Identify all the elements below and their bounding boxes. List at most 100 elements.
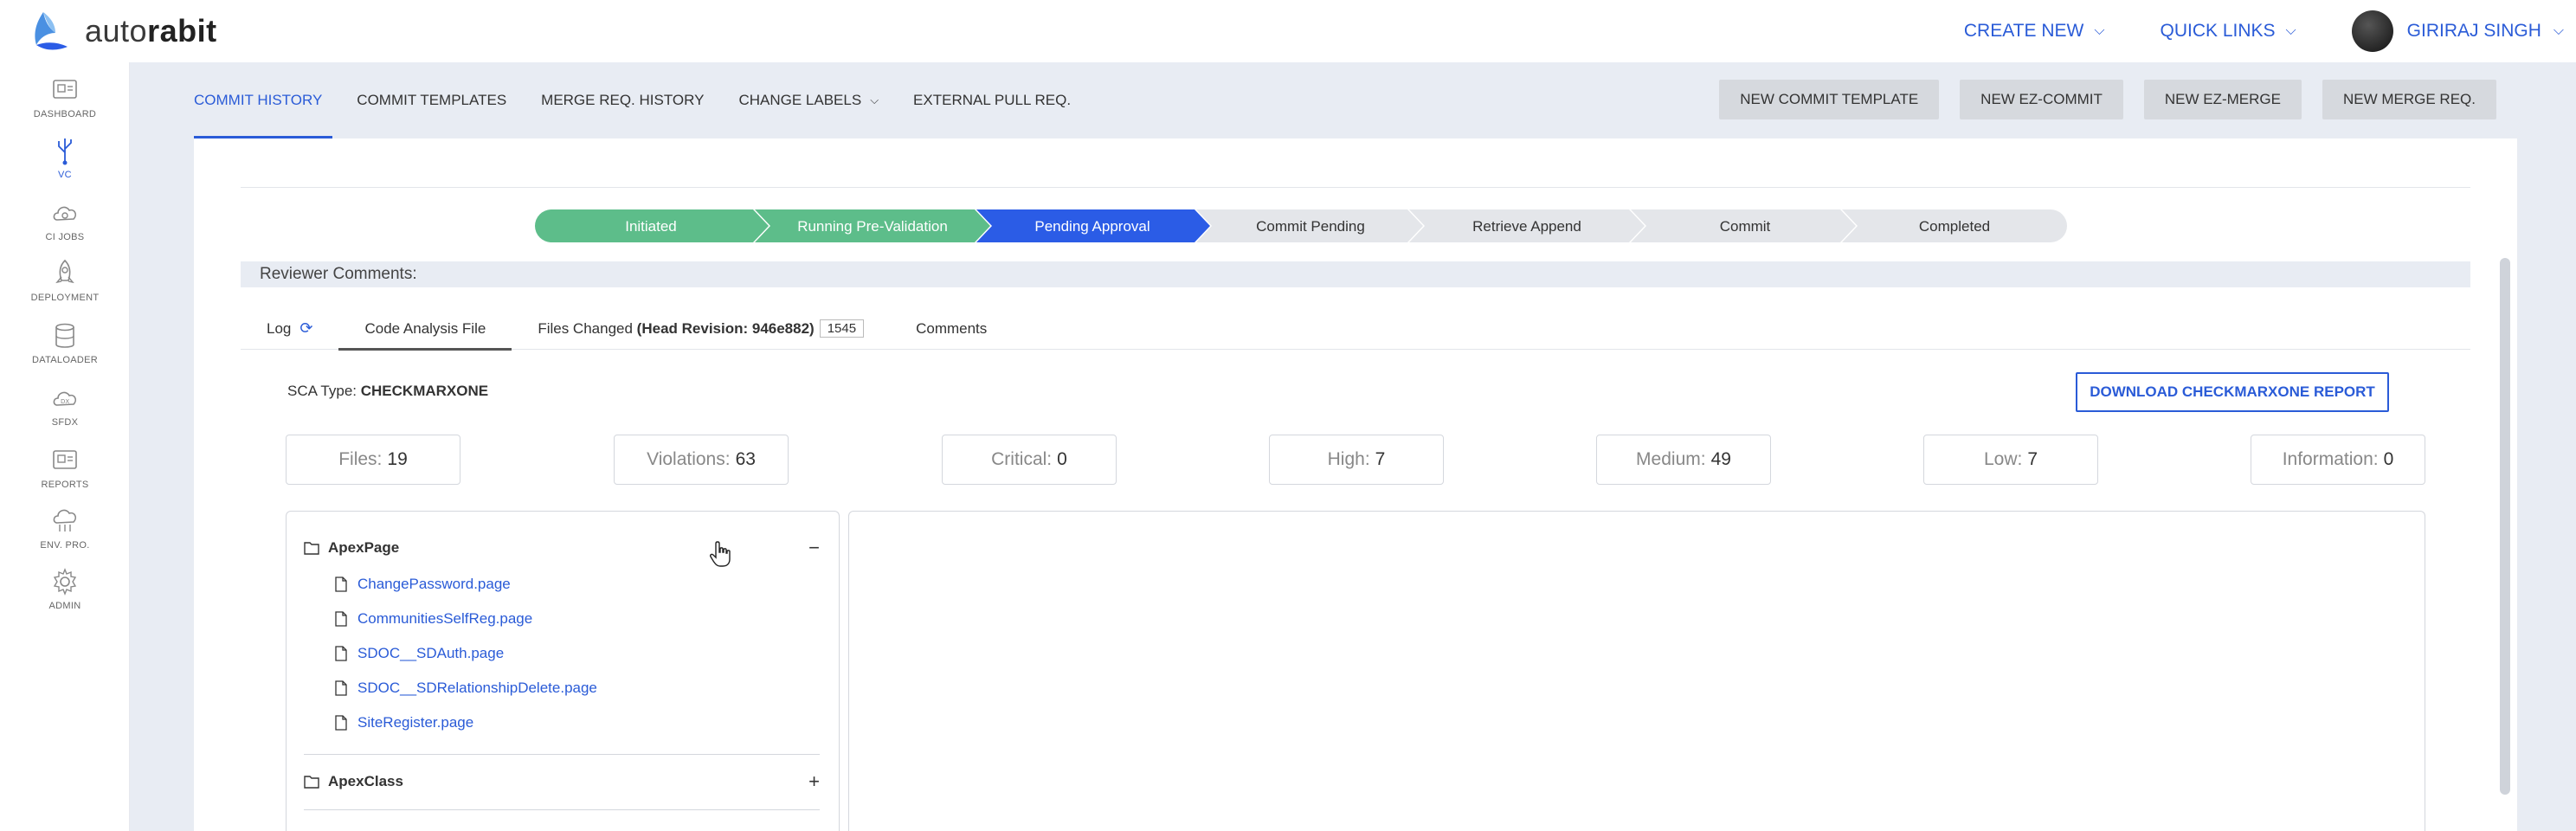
file-name: CommunitiesSelfReg.page bbox=[357, 610, 533, 627]
user-menu[interactable]: GIRIRAJ SINGH ⌵ bbox=[2407, 21, 2564, 42]
file-icon bbox=[335, 715, 347, 731]
reports-icon bbox=[53, 450, 77, 469]
expand-icon[interactable]: + bbox=[808, 770, 820, 793]
stat-value: 63 bbox=[735, 449, 756, 469]
stat-violations: Violations: 63 bbox=[614, 435, 789, 485]
autorabit-logo[interactable]: autorabit bbox=[24, 7, 217, 55]
sidebar-item-admin[interactable]: ADMIN bbox=[0, 566, 130, 611]
status-pipeline: Initiated Running Pre-Validation Pending… bbox=[535, 209, 2067, 242]
commit-detail-panel: Initiated Running Pre-Validation Pending… bbox=[194, 138, 2517, 831]
divider bbox=[241, 187, 2470, 188]
stat-value: 19 bbox=[387, 449, 408, 469]
tab-change-labels[interactable]: CHANGE LABELS ⌵ bbox=[738, 62, 879, 138]
subtab-code-analysis-file[interactable]: Code Analysis File bbox=[338, 308, 512, 351]
stat-label: Critical: bbox=[991, 449, 1053, 469]
tree-file[interactable]: SDOC__SDAuth.page bbox=[335, 638, 504, 669]
quick-links-menu[interactable]: QUICK LINKS ⌵ bbox=[2160, 21, 2296, 42]
avatar[interactable] bbox=[2351, 10, 2393, 52]
new-ez-commit-button[interactable]: NEW EZ-COMMIT bbox=[1960, 80, 2123, 119]
stat-label: High: bbox=[1327, 449, 1370, 469]
sidebar-item-label: REPORTS bbox=[41, 480, 89, 490]
tree-folder-apexpage[interactable]: ApexPage − bbox=[304, 531, 820, 565]
sidebar-item-dataloader[interactable]: DATALOADER bbox=[0, 320, 130, 365]
action-buttons: NEW COMMIT TEMPLATE NEW EZ-COMMIT NEW EZ… bbox=[1698, 80, 2496, 119]
commit-subtabs: Log ⟳ Code Analysis File Files Changed (… bbox=[241, 308, 2470, 351]
sidebar-item-env-pro[interactable]: ENV. PRO. bbox=[0, 506, 130, 551]
file-tree: ApexPage − ChangePassword.page Communiti… bbox=[286, 511, 840, 831]
stat-label: Files: bbox=[338, 449, 383, 469]
tab-merge-req-history[interactable]: MERGE REQ. HISTORY bbox=[541, 62, 704, 138]
chevron-down-icon: ⌵ bbox=[870, 93, 879, 106]
files-changed-count-badge: 1545 bbox=[819, 319, 865, 338]
tab-commit-history[interactable]: COMMIT HISTORY bbox=[194, 62, 333, 138]
sidebar: DASHBOARD VC CI JOBS DEPLOYMENT DATALOAD… bbox=[0, 62, 130, 831]
sidebar-item-label: DASHBOARD bbox=[33, 109, 97, 119]
tree-file[interactable]: SDOC__SDRelationshipDelete.page bbox=[335, 673, 597, 704]
sidebar-item-label: ENV. PRO. bbox=[40, 540, 90, 551]
tab-commit-templates[interactable]: COMMIT TEMPLATES bbox=[357, 62, 506, 138]
new-commit-template-button[interactable]: NEW COMMIT TEMPLATE bbox=[1719, 80, 1940, 119]
file-name: SiteRegister.page bbox=[357, 714, 474, 731]
database-icon bbox=[55, 323, 74, 348]
reviewer-comments-header: Reviewer Comments: bbox=[241, 261, 2470, 287]
pipeline-step-label: Pending Approval bbox=[1034, 218, 1150, 235]
folder-name: ApexPage bbox=[328, 539, 400, 556]
file-icon bbox=[335, 577, 347, 592]
file-icon bbox=[335, 611, 347, 627]
create-new-menu[interactable]: CREATE NEW ⌵ bbox=[1964, 21, 2105, 42]
subtab-comments[interactable]: Comments bbox=[890, 308, 1013, 350]
sidebar-item-label: DATALOADER bbox=[32, 355, 98, 365]
new-ez-merge-button[interactable]: NEW EZ-MERGE bbox=[2143, 80, 2302, 119]
pipeline-step-label: Running Pre-Validation bbox=[797, 218, 948, 235]
page-scrollbar[interactable] bbox=[2500, 258, 2510, 795]
tab-external-pull-req[interactable]: EXTERNAL PULL REQ. bbox=[913, 62, 1071, 138]
refresh-icon[interactable]: ⟳ bbox=[299, 319, 312, 338]
sidebar-item-reports[interactable]: REPORTS bbox=[0, 445, 130, 490]
tree-file[interactable]: SiteRegister.page bbox=[335, 707, 473, 738]
files-changed-label: Files Changed bbox=[538, 319, 633, 337]
head-revision: (Head Revision: 946e882) bbox=[636, 319, 815, 337]
top-header: autorabit CREATE NEW ⌵ QUICK LINKS ⌵ GIR… bbox=[0, 0, 2576, 62]
commit-tabs: COMMIT HISTORY COMMIT TEMPLATES MERGE RE… bbox=[194, 62, 1105, 138]
tree-file[interactable]: ChangePassword.page bbox=[335, 569, 511, 600]
subtab-log-label: Log bbox=[267, 319, 292, 337]
sidebar-item-label: SFDX bbox=[51, 417, 79, 428]
subtab-files-changed[interactable]: Files Changed (Head Revision: 946e882) 1… bbox=[512, 308, 890, 350]
file-name: SDOC__SDAuth.page bbox=[357, 645, 505, 661]
hand-cursor-icon bbox=[710, 541, 731, 567]
sca-type-value: CHECKMARXONE bbox=[360, 383, 489, 399]
pipeline-step-label: Commit Pending bbox=[1256, 218, 1365, 235]
create-new-label: CREATE NEW bbox=[1963, 21, 2084, 41]
sidebar-item-deployment[interactable]: DEPLOYMENT bbox=[0, 258, 130, 303]
stat-label: Low: bbox=[1983, 449, 2023, 469]
dashboard-icon bbox=[53, 80, 77, 99]
file-icon bbox=[335, 646, 347, 661]
sidebar-item-label: CI JOBS bbox=[45, 232, 85, 242]
download-report-button[interactable]: DOWNLOAD CHECKMARXONE REPORT bbox=[2076, 372, 2389, 412]
autorabit-logo-icon bbox=[35, 12, 68, 50]
tree-folder-apexclass[interactable]: ApexClass + bbox=[304, 764, 820, 799]
file-icon bbox=[335, 680, 347, 696]
stat-value: 0 bbox=[1057, 449, 1067, 469]
pipeline-step-label: Commit bbox=[1720, 218, 1771, 235]
sidebar-item-dashboard[interactable]: DASHBOARD bbox=[0, 74, 130, 119]
cloud-icon bbox=[53, 206, 76, 221]
sidebar-item-ci-jobs[interactable]: CI JOBS bbox=[0, 197, 130, 242]
sidebar-item-vc[interactable]: VC bbox=[0, 135, 130, 180]
new-merge-req-button[interactable]: NEW MERGE REQ. bbox=[2322, 80, 2496, 119]
sidebar-item-sfdx[interactable]: DX SFDX bbox=[0, 383, 130, 428]
collapse-icon[interactable]: − bbox=[808, 537, 820, 559]
tab-change-labels-label: CHANGE LABELS bbox=[738, 92, 862, 108]
pipeline-step-label: Initiated bbox=[625, 218, 677, 235]
stat-label: Violations: bbox=[647, 449, 731, 469]
brand-name: autorabit bbox=[85, 13, 217, 48]
tree-file[interactable]: CommunitiesSelfReg.page bbox=[335, 603, 532, 635]
stat-medium: Medium: 49 bbox=[1596, 435, 1771, 485]
chevron-down-icon: ⌵ bbox=[2285, 23, 2296, 38]
stat-low: Low: 7 bbox=[1923, 435, 2098, 485]
folder-icon bbox=[304, 776, 319, 789]
subtab-log[interactable]: Log ⟳ bbox=[241, 308, 338, 350]
chevron-down-icon: ⌵ bbox=[2094, 23, 2105, 38]
rocket-icon bbox=[55, 259, 74, 284]
folder-name: ApexClass bbox=[328, 773, 403, 789]
